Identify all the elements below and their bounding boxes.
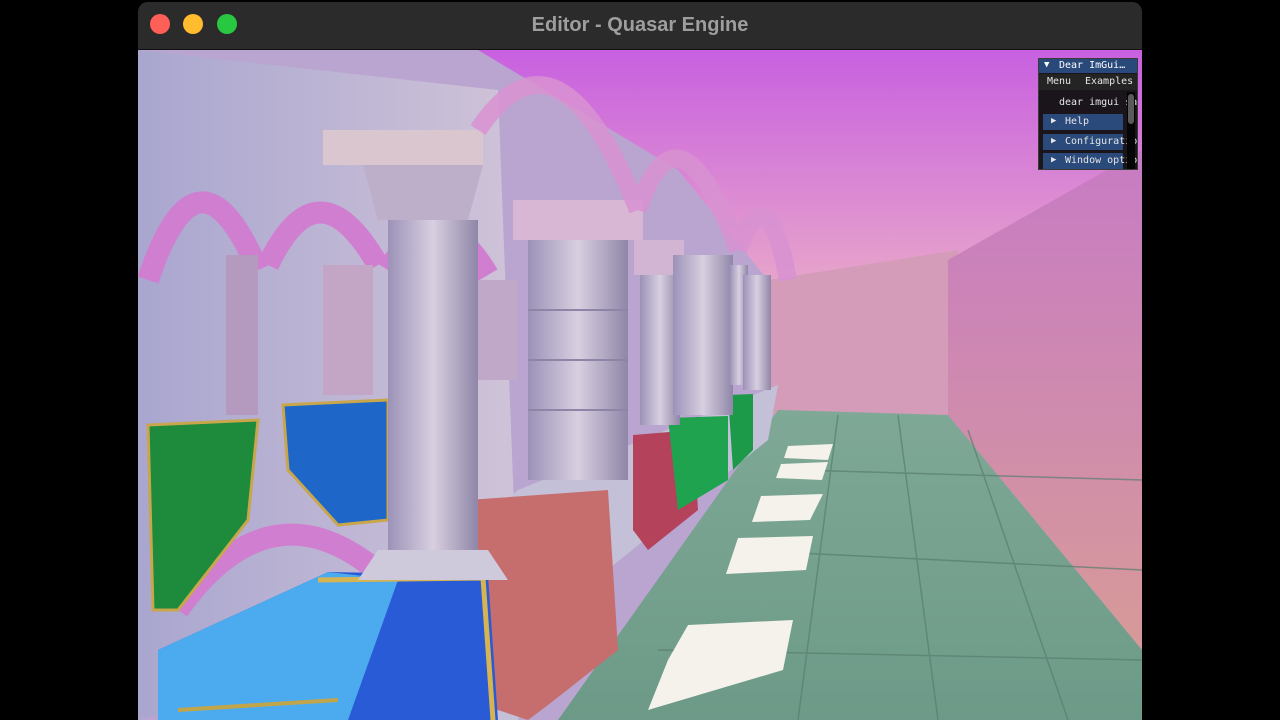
imgui-title-bar[interactable]: ▼ Dear ImGui… [1039, 59, 1137, 73]
expand-arrow-icon: ▶ [1051, 155, 1057, 165]
scene-viewport[interactable]: ▼ Dear ImGui… Menu Examples dear imgui s… [138, 50, 1142, 720]
imgui-demo-window[interactable]: ▼ Dear ImGui… Menu Examples dear imgui s… [1038, 58, 1138, 170]
imgui-window-title: Dear ImGui… [1059, 60, 1126, 71]
title-bar[interactable]: Editor - Quasar Engine [138, 2, 1142, 50]
imgui-header-help[interactable]: ▶ Help [1043, 114, 1123, 130]
imgui-header-window-options[interactable]: ▶ Window options [1043, 153, 1137, 169]
menu-item-menu[interactable]: Menu [1047, 76, 1071, 87]
imgui-header-configuration[interactable]: ▶ Configuration [1043, 134, 1137, 150]
editor-window: Editor - Quasar Engine ▼ Dear ImGui… Men… [138, 2, 1142, 720]
expand-arrow-icon: ▶ [1051, 116, 1057, 126]
imgui-scrollbar[interactable] [1127, 92, 1135, 169]
imgui-scrollbar-thumb[interactable] [1128, 94, 1134, 124]
header-label: Help [1065, 116, 1090, 127]
scene-render [138, 50, 1142, 720]
window-title: Editor - Quasar Engine [531, 14, 749, 36]
expand-arrow-icon: ▶ [1051, 136, 1057, 146]
menu-item-examples[interactable]: Examples [1085, 76, 1133, 87]
imgui-menu-bar: Menu Examples [1039, 74, 1137, 90]
collapse-arrow-icon[interactable]: ▼ [1044, 60, 1049, 70]
